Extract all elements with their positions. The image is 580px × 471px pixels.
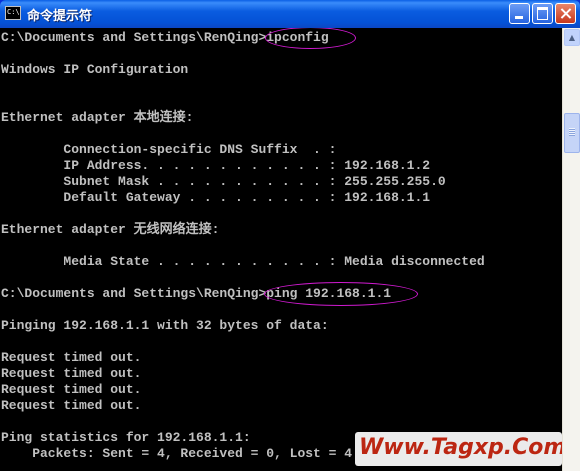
console-line: Ping statistics for 192.168.1.1: bbox=[1, 430, 251, 445]
console-line: Media State . . . . . . . . . . . : Medi… bbox=[1, 254, 485, 269]
vertical-scrollbar[interactable]: ▲ bbox=[562, 28, 580, 471]
highlight-ellipse-ping bbox=[264, 282, 418, 306]
scrollbar-thumb[interactable] bbox=[564, 113, 580, 153]
command-prompt-window: C:\ 命令提示符 C:\Documents and Settings\RenQ… bbox=[0, 0, 580, 471]
highlight-ellipse-ipconfig bbox=[265, 28, 356, 49]
close-button[interactable] bbox=[555, 3, 576, 24]
console-line: Windows IP Configuration bbox=[1, 62, 189, 77]
title-bar[interactable]: C:\ 命令提示符 bbox=[0, 0, 580, 28]
console-line: Ethernet adapter 本地连接: bbox=[1, 110, 194, 125]
console-line: Request timed out. bbox=[1, 398, 142, 413]
console-line: Default Gateway . . . . . . . . . : 192.… bbox=[1, 190, 431, 205]
console-line: Subnet Mask . . . . . . . . . . . : 255.… bbox=[1, 174, 446, 189]
console-line: Request timed out. bbox=[1, 350, 142, 365]
console-line: Request timed out. bbox=[1, 382, 142, 397]
console-line: IP Address. . . . . . . . . . . . : 192.… bbox=[1, 158, 431, 173]
watermark-logo: Www.Tagxp.Com bbox=[355, 432, 562, 466]
console-line: Pinging 192.168.1.1 with 32 bytes of dat… bbox=[1, 318, 329, 333]
console-line: Connection-specific DNS Suffix . : bbox=[1, 142, 337, 157]
console-line: Request timed out. bbox=[1, 366, 142, 381]
console-line: Ethernet adapter 无线网络连接: bbox=[1, 222, 220, 237]
cmd-icon: C:\ bbox=[5, 6, 21, 20]
minimize-button[interactable] bbox=[509, 3, 530, 24]
scroll-up-arrow-icon[interactable]: ▲ bbox=[564, 29, 580, 46]
window-title: 命令提示符 bbox=[27, 9, 93, 24]
console-line: Packets: Sent = 4, Received = 0, Lost = … bbox=[1, 446, 353, 461]
console-output[interactable]: C:\Documents and Settings\RenQing>ipconf… bbox=[0, 28, 562, 471]
watermark-text: Www.Tagxp.Com bbox=[359, 435, 562, 460]
maximize-button[interactable] bbox=[532, 3, 553, 24]
